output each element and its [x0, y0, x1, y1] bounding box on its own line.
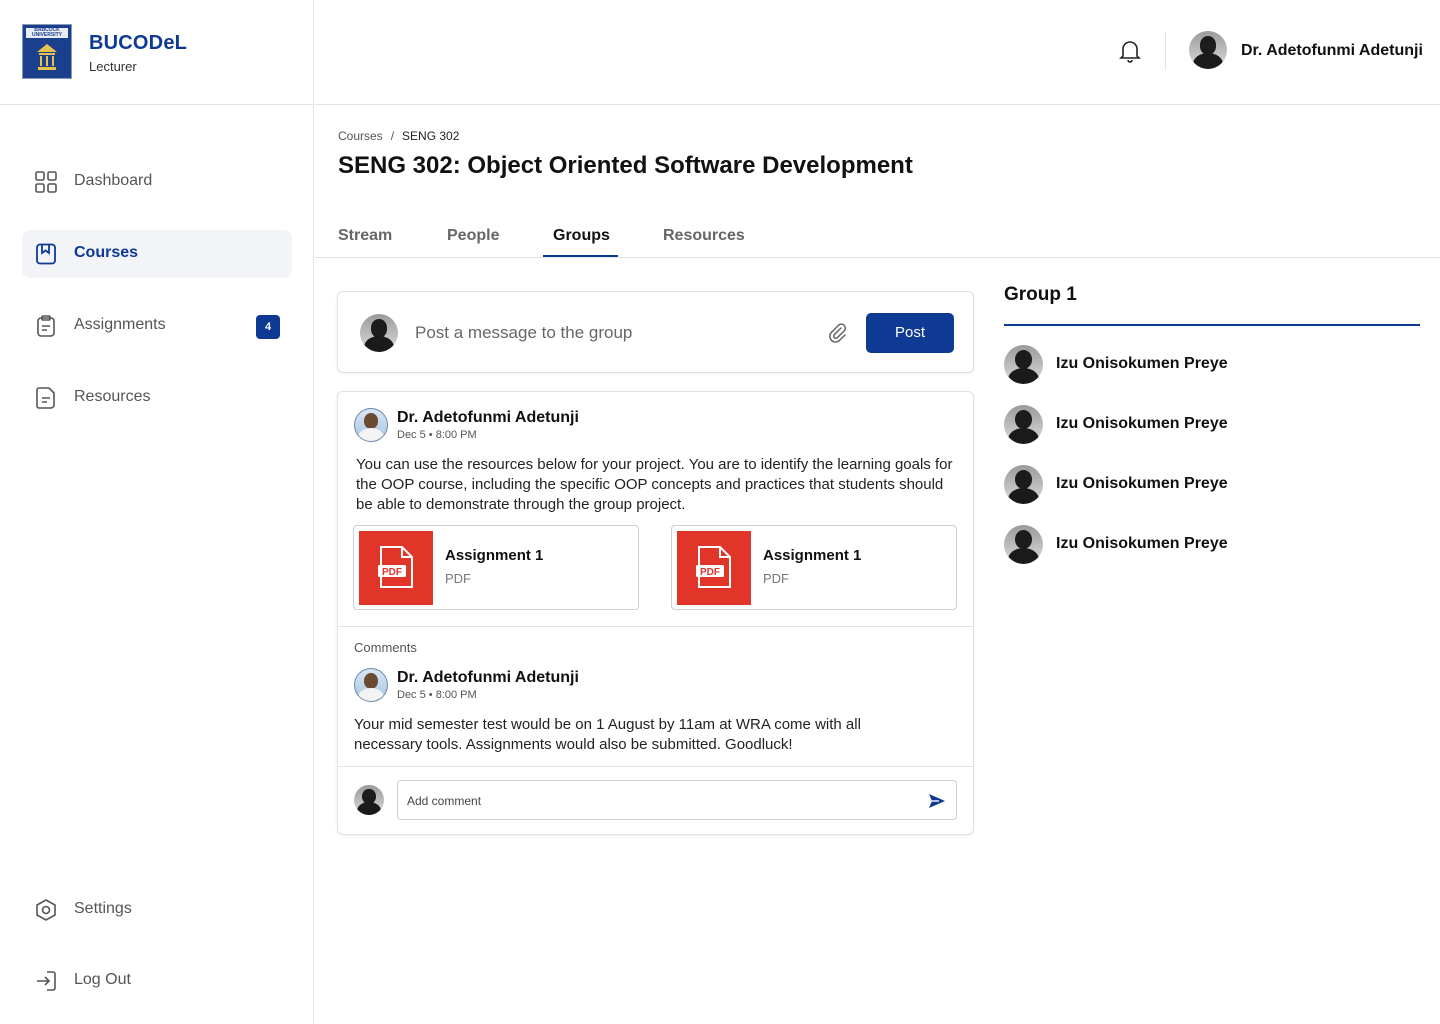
active-tab-indicator	[543, 255, 618, 257]
university-logo: BABCOCK UNIVERSITY	[22, 24, 72, 79]
comment-author-avatar	[354, 668, 388, 702]
member-avatar	[1004, 345, 1043, 384]
pdf-icon-label: PDF	[700, 567, 720, 578]
logout-icon	[37, 971, 56, 991]
post-time: Dec 5 • 8:00 PM	[397, 429, 477, 441]
member-avatar	[1004, 525, 1043, 564]
user-avatar[interactable]	[1189, 31, 1227, 69]
post-message-input[interactable]: Post a message to the group	[415, 323, 632, 343]
attachment-name: Assignment 1	[445, 547, 544, 564]
sidebar-item-logout[interactable]: Log Out	[22, 957, 292, 1005]
settings-icon	[36, 899, 56, 921]
group-member[interactable]: Izu Onisokumen Preye	[1004, 525, 1420, 565]
breadcrumb-courses-link[interactable]: Courses	[338, 129, 383, 143]
breadcrumb: Courses / SENG 302	[338, 129, 459, 143]
sidebar: BABCOCK UNIVERSITY BUCODeL Lecturer Dash…	[0, 0, 314, 1024]
app-name: BUCODeL	[89, 32, 188, 54]
sidebar-item-label: Log Out	[74, 971, 131, 988]
group-post-composer: Post a message to the group Post	[337, 291, 974, 373]
document-icon	[36, 387, 55, 409]
pdf-icon-label: PDF	[382, 567, 402, 578]
sidebar-item-label: Courses	[74, 244, 139, 261]
tab-groups[interactable]: Groups	[553, 227, 610, 245]
comment-time: Dec 5 • 8:00 PM	[397, 689, 477, 701]
attachment-name: Assignment 1	[763, 547, 862, 564]
header-divider	[1165, 32, 1166, 70]
composer-avatar	[360, 314, 398, 352]
brand-header: BABCOCK UNIVERSITY BUCODeL Lecturer	[0, 0, 314, 105]
user-name[interactable]: Dr. Adetofunmi Adetunji	[1241, 42, 1423, 60]
logo-lettering: BABCOCK UNIVERSITY	[26, 28, 68, 38]
attachment-type: PDF	[763, 571, 789, 586]
assignments-count-badge: 4	[256, 315, 280, 339]
tab-stream[interactable]: Stream	[338, 227, 392, 245]
group-member[interactable]: Izu Onisokumen Preye	[1004, 405, 1420, 445]
book-icon	[36, 243, 56, 265]
crest-icon	[37, 44, 57, 70]
post-button[interactable]: Post	[866, 313, 954, 353]
sidebar-item-label: Assignments	[74, 316, 166, 333]
member-avatar	[1004, 405, 1043, 444]
member-name: Izu Onisokumen Preye	[1056, 355, 1228, 372]
sidebar-item-label: Dashboard	[74, 172, 153, 189]
page-title: SENG 302: Object Oriented Software Devel…	[338, 152, 913, 179]
group-title-underline	[1004, 324, 1420, 326]
tab-resources[interactable]: Resources	[663, 227, 745, 245]
group-member[interactable]: Izu Onisokumen Preye	[1004, 465, 1420, 505]
bell-icon[interactable]	[1118, 38, 1142, 64]
pdf-icon: PDF	[359, 531, 433, 605]
post-author: Dr. Adetofunmi Adetunji	[397, 409, 579, 426]
divider	[338, 766, 973, 767]
sidebar-item-label: Resources	[74, 388, 151, 405]
send-icon[interactable]	[928, 792, 946, 810]
divider	[338, 626, 973, 627]
tab-people[interactable]: People	[447, 227, 499, 245]
current-user-avatar	[354, 785, 384, 815]
comments-heading: Comments	[354, 640, 417, 655]
attachment-card[interactable]: PDF Assignment 1 PDF	[671, 525, 957, 610]
attachment-card[interactable]: PDF Assignment 1 PDF	[353, 525, 639, 610]
sidebar-item-assignments[interactable]: Assignments 4	[22, 302, 292, 350]
grid-icon	[35, 171, 57, 193]
member-name: Izu Onisokumen Preye	[1056, 475, 1228, 492]
post-text: You can use the resources below for your…	[356, 456, 953, 513]
sidebar-item-dashboard[interactable]: Dashboard	[22, 158, 292, 206]
member-name: Izu Onisokumen Preye	[1056, 535, 1228, 552]
attachment-icon[interactable]	[827, 322, 847, 344]
pdf-icon: PDF	[677, 531, 751, 605]
clipboard-icon	[37, 315, 55, 337]
attachment-type: PDF	[445, 571, 471, 586]
course-tabs: Stream People Groups Resources	[315, 215, 1440, 258]
breadcrumb-current: SENG 302	[402, 129, 460, 143]
user-role: Lecturer	[89, 59, 137, 74]
group-post: Dr. Adetofunmi Adetunji Dec 5 • 8:00 PM …	[337, 391, 974, 835]
member-name: Izu Onisokumen Preye	[1056, 415, 1228, 432]
post-author-avatar	[354, 408, 388, 442]
sidebar-item-resources[interactable]: Resources	[22, 374, 292, 422]
sidebar-item-courses[interactable]: Courses	[22, 230, 292, 278]
add-comment-field[interactable]: Add comment	[397, 780, 957, 820]
comment-author: Dr. Adetofunmi Adetunji	[397, 669, 579, 686]
member-avatar	[1004, 465, 1043, 504]
group-title: Group 1	[1004, 284, 1077, 305]
group-member[interactable]: Izu Onisokumen Preye	[1004, 345, 1420, 385]
comment-text: Your mid semester test would be on 1 Aug…	[354, 716, 861, 753]
sidebar-item-settings[interactable]: Settings	[22, 886, 292, 934]
breadcrumb-separator: /	[390, 129, 395, 143]
top-bar: Dr. Adetofunmi Adetunji	[315, 0, 1440, 105]
comment-placeholder: Add comment	[407, 794, 482, 808]
sidebar-item-label: Settings	[74, 900, 132, 917]
